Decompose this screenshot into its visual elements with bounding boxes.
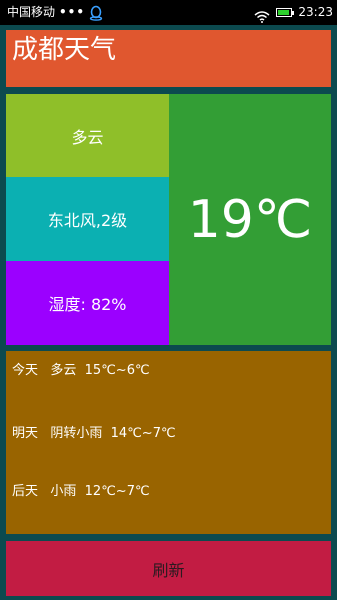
battery-icon	[276, 8, 295, 17]
forecast-row-tomorrow: 明天 阴转小雨 14℃~7℃	[12, 426, 176, 441]
qq-icon	[89, 5, 103, 21]
current-humidity: 湿度: 82%	[6, 261, 169, 345]
wifi-icon	[254, 7, 270, 23]
current-weather: 多云	[6, 94, 169, 177]
status-bar: 中国移动 ••• 23:23	[0, 0, 337, 25]
forecast-row-day-after: 后天 小雨 12℃~7℃	[12, 484, 150, 499]
status-left: 中国移动 •••	[7, 0, 103, 25]
current-wind: 东北风,2级	[6, 177, 169, 261]
forecast-panel: 今天 多云 15℃~6℃ 明天 阴转小雨 14℃~7℃ 后天 小雨 12℃~7℃	[6, 351, 331, 534]
carrier-label: 中国移动	[7, 5, 56, 19]
current-temperature: 19℃	[169, 94, 331, 345]
clock-time: 23:23	[298, 5, 333, 19]
page-title: 成都天气	[6, 30, 331, 87]
notification-dots: •••	[59, 5, 86, 19]
status-right: 23:23	[254, 0, 333, 25]
refresh-button[interactable]: 刷新	[6, 541, 331, 596]
forecast-row-today: 今天 多云 15℃~6℃	[12, 363, 150, 378]
battery-fill	[278, 10, 290, 15]
